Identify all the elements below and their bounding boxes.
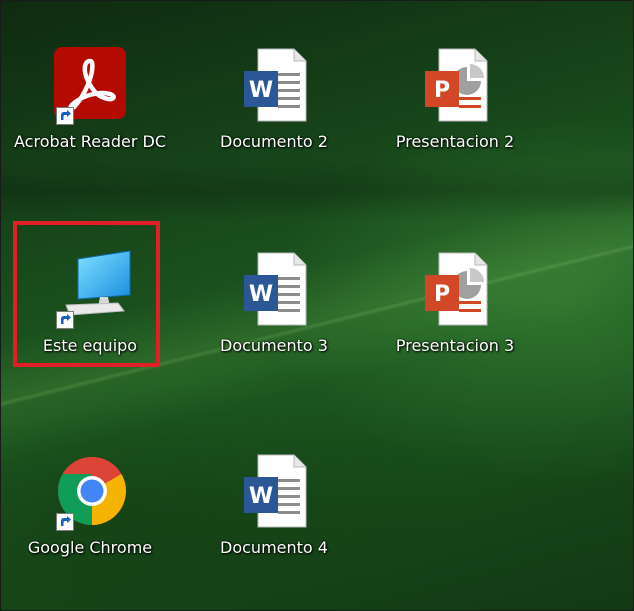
word-document-icon: W — [244, 252, 307, 326]
icon-label: Google Chrome — [27, 538, 153, 557]
desktop-icon-google-chrome[interactable]: Google Chrome — [5, 451, 175, 559]
desktop: Acrobat Reader DC W Documento 2 P Presen… — [0, 0, 634, 611]
shortcut-arrow-icon — [56, 107, 74, 125]
desktop-icon-presentacion-2[interactable]: P Presentacion 2 — [370, 45, 540, 153]
icon-label: Documento 2 — [220, 132, 328, 151]
highlight-box — [13, 221, 160, 367]
svg-text:W: W — [249, 282, 273, 307]
svg-text:P: P — [434, 282, 450, 307]
icon-label: Presentacion 2 — [395, 132, 515, 151]
desktop-icon-documento-3[interactable]: W Documento 3 — [189, 249, 359, 357]
svg-text:P: P — [434, 78, 450, 103]
icon-label: Documento 4 — [220, 538, 328, 557]
desktop-icon-documento-4[interactable]: W Documento 4 — [189, 451, 359, 559]
icon-label: Presentacion 3 — [395, 336, 515, 355]
wallpaper-shadow-band — [1, 161, 633, 221]
desktop-icon-acrobat-reader[interactable]: Acrobat Reader DC — [5, 45, 175, 153]
powerpoint-presentation-icon: P — [425, 48, 488, 122]
icon-label: Acrobat Reader DC — [14, 132, 166, 151]
icon-label: Documento 3 — [220, 336, 328, 355]
svg-text:W: W — [249, 484, 273, 509]
word-document-icon: W — [244, 48, 307, 122]
desktop-icon-documento-2[interactable]: W Documento 2 — [189, 45, 359, 153]
shortcut-arrow-icon — [56, 513, 74, 531]
powerpoint-presentation-icon: P — [425, 252, 488, 326]
word-document-icon: W — [244, 454, 307, 528]
svg-text:W: W — [249, 78, 273, 103]
desktop-icon-presentacion-3[interactable]: P Presentacion 3 — [370, 249, 540, 357]
